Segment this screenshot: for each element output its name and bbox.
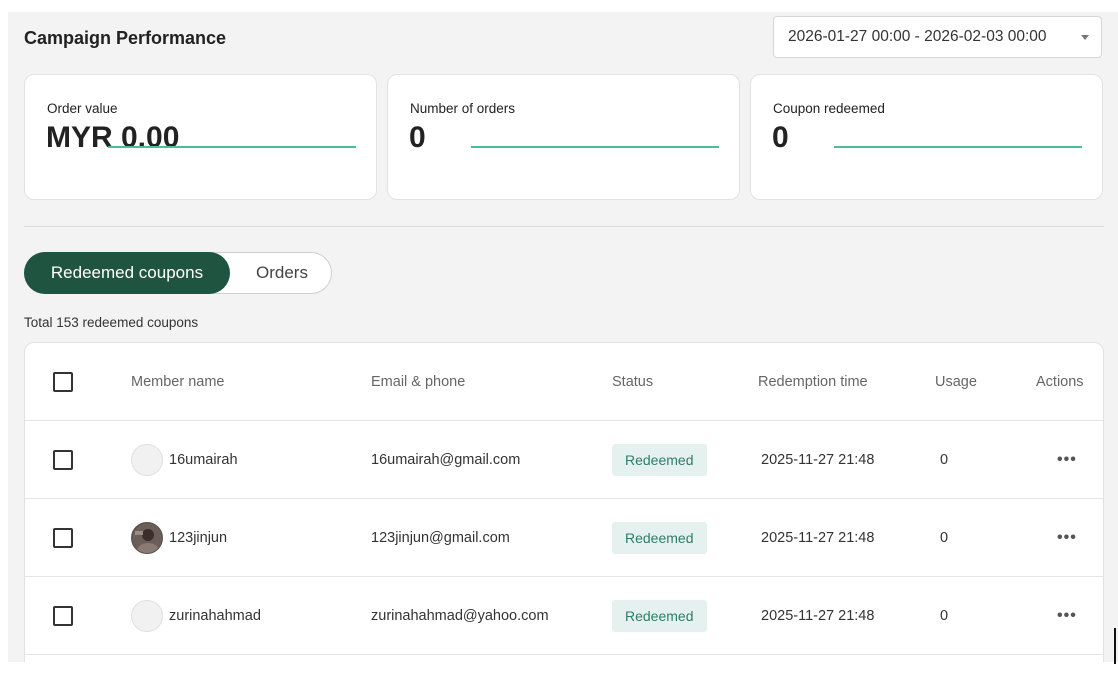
redemption-time-cell: 2025-11-27 21:48: [761, 607, 875, 624]
row-select-cell: [53, 499, 73, 576]
sparkline-number-of-orders: [471, 146, 719, 148]
tab-orders[interactable]: Orders: [231, 252, 333, 294]
status-badge: Redeemed: [612, 521, 707, 554]
date-range-value: 2026-01-27 00:00 - 2026-02-03 00:00: [788, 28, 1047, 45]
table-row: zurinahahmad zurinahahmad@yahoo.com Rede…: [25, 577, 1103, 655]
column-header-actions: Actions: [1036, 373, 1084, 390]
column-header-member-name: Member name: [131, 373, 225, 390]
section-divider: [24, 226, 1104, 227]
member-name[interactable]: 16umairah: [169, 452, 238, 468]
metric-label: Coupon redeemed: [773, 101, 885, 116]
usage-cell: 0: [940, 529, 949, 546]
column-header-status: Status: [612, 373, 654, 390]
redemption-time-cell: 2025-11-27 21:48: [761, 451, 875, 468]
metric-label: Order value: [47, 101, 118, 116]
table-row: 123jinjun 123jinjun@gmail.com Redeemed 2…: [25, 499, 1103, 577]
total-count-text: Total 153 redeemed coupons: [24, 315, 199, 330]
metric-coupon-redeemed: Coupon redeemed 0: [750, 74, 1103, 200]
email-cell: zurinahahmad@yahoo.com: [371, 607, 549, 624]
sparkline-coupon-redeemed: [834, 146, 1082, 148]
metric-value: MYR 0.00: [46, 121, 180, 154]
avatar: [131, 599, 163, 632]
member-name-cell: 123jinjun: [131, 499, 227, 576]
member-name-cell: zurinahahmad: [131, 577, 261, 654]
metric-order-value: Order value MYR 0.00: [24, 74, 377, 200]
sparkline-order-value: [108, 146, 356, 148]
more-actions-icon[interactable]: •••: [1057, 607, 1077, 625]
metric-number-of-orders: Number of orders 0: [387, 74, 740, 200]
caret-down-icon: [1081, 35, 1089, 40]
redemption-time-cell: 2025-11-27 21:48: [761, 529, 875, 546]
status-cell: Redeemed: [612, 577, 707, 654]
email-cell: 16umairah@gmail.com: [371, 451, 521, 468]
row-checkbox[interactable]: [53, 527, 73, 548]
row-checkbox[interactable]: [53, 605, 73, 626]
select-all-cell: [53, 343, 73, 420]
page-title: Campaign Performance: [24, 28, 227, 48]
column-header-usage: Usage: [935, 373, 977, 390]
avatar-photo-icon: [132, 522, 162, 553]
metric-value: 0: [772, 121, 789, 154]
table-header: Member name Email & phone Status Redempt…: [25, 343, 1103, 421]
table-row: 16umairah 16umairah@gmail.com Redeemed 2…: [25, 421, 1103, 499]
tab-redeemed-coupons[interactable]: Redeemed coupons: [24, 252, 230, 294]
text-cursor-icon: [1114, 628, 1116, 664]
column-header-email-phone: Email & phone: [371, 373, 466, 390]
actions-cell: •••: [1057, 577, 1077, 654]
more-actions-icon[interactable]: •••: [1057, 529, 1077, 547]
avatar: [131, 521, 163, 554]
actions-cell: •••: [1057, 421, 1077, 498]
column-header-redemption-time: Redemption time: [758, 373, 868, 390]
email-cell: 123jinjun@gmail.com: [371, 529, 510, 546]
select-all-checkbox[interactable]: [53, 371, 73, 392]
member-name[interactable]: zurinahahmad: [169, 608, 261, 624]
member-name-cell: 16umairah: [131, 421, 238, 498]
usage-cell: 0: [940, 607, 949, 624]
avatar: [131, 443, 163, 476]
view-toggle: Redeemed coupons Orders: [24, 252, 332, 294]
campaign-performance-panel: Campaign Performance 2026-01-27 00:00 - …: [8, 12, 1118, 662]
member-name[interactable]: 123jinjun: [169, 530, 227, 546]
row-select-cell: [53, 421, 73, 498]
actions-cell: •••: [1057, 499, 1077, 576]
row-select-cell: [53, 577, 73, 654]
usage-cell: 0: [940, 451, 949, 468]
status-badge: Redeemed: [612, 443, 707, 476]
redeemed-coupons-table: Member name Email & phone Status Redempt…: [24, 342, 1104, 662]
status-cell: Redeemed: [612, 499, 707, 576]
more-actions-icon[interactable]: •••: [1057, 451, 1077, 469]
date-range-picker[interactable]: 2026-01-27 00:00 - 2026-02-03 00:00: [773, 16, 1102, 58]
row-checkbox[interactable]: [53, 449, 73, 470]
metric-label: Number of orders: [410, 101, 516, 116]
status-badge: Redeemed: [612, 599, 707, 632]
metric-value: 0: [409, 121, 426, 154]
status-cell: Redeemed: [612, 421, 707, 498]
